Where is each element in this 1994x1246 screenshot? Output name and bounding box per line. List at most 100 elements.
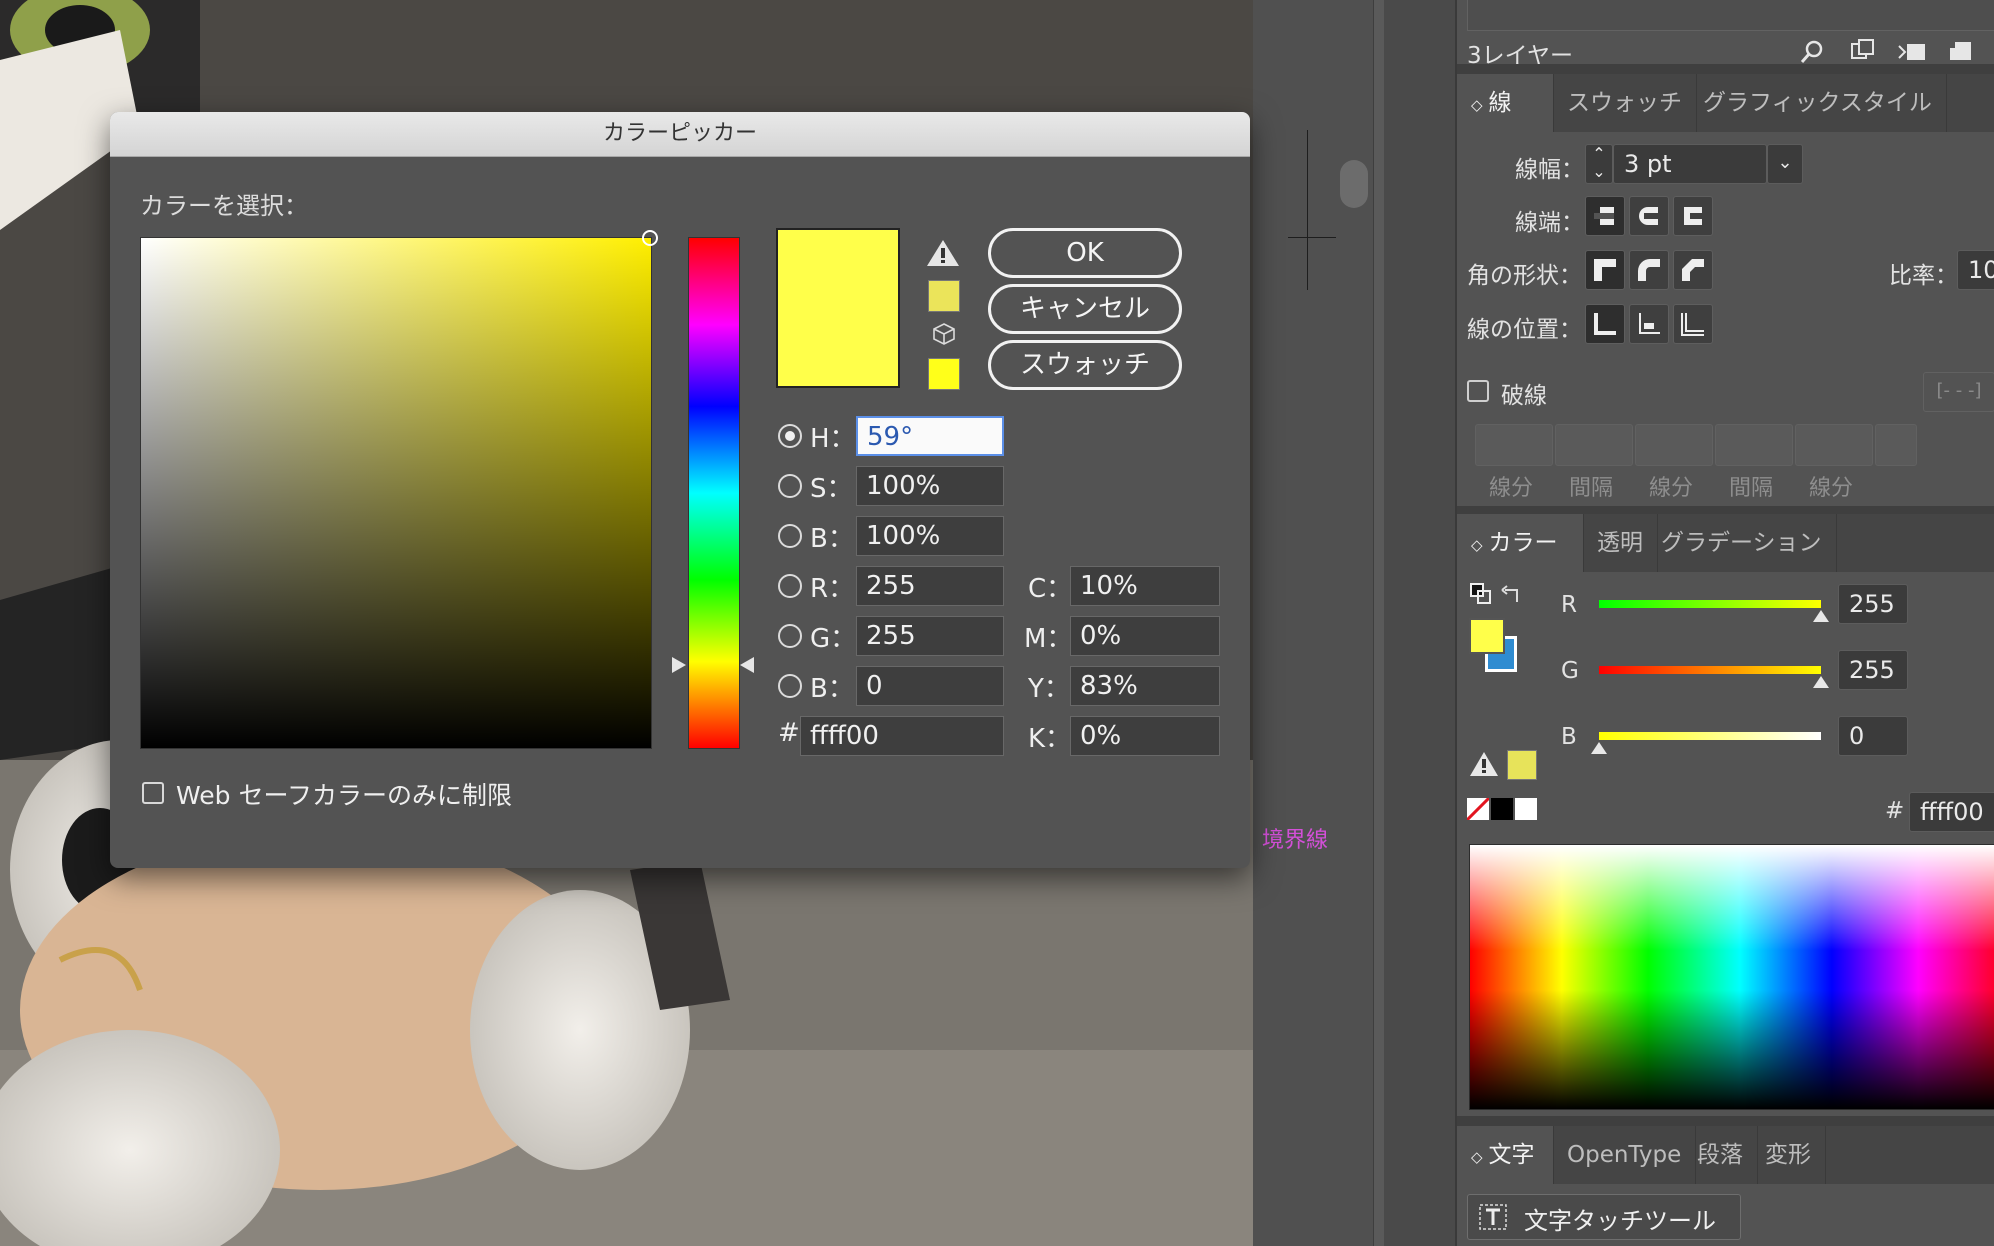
color-spectrum[interactable]: [1469, 844, 1994, 1110]
align-outside-icon: [1681, 313, 1704, 336]
stroke-weight-stepper[interactable]: ⌃ ⌄: [1585, 144, 1613, 184]
new-sublayer-icon[interactable]: [1947, 38, 1975, 66]
white-swatch[interactable]: [1515, 798, 1537, 820]
hue-slider-left-thumb[interactable]: [672, 657, 686, 673]
dashed-line-checkbox[interactable]: [1467, 380, 1489, 402]
tab-opentype[interactable]: OpenType: [1553, 1126, 1697, 1184]
make-clipping-mask-icon[interactable]: [1897, 38, 1931, 66]
none-swatch[interactable]: [1467, 798, 1489, 820]
g-input[interactable]: 255: [856, 616, 1004, 656]
swap-fill-stroke-icon[interactable]: [1501, 582, 1525, 606]
search-icon[interactable]: [1799, 38, 1827, 66]
miter-join-button[interactable]: [1585, 250, 1625, 290]
web-safe-cube-icon[interactable]: [932, 322, 956, 346]
tab-gradient[interactable]: グラデーション: [1647, 514, 1837, 572]
align-center-button[interactable]: [1585, 304, 1625, 344]
align-outside-button[interactable]: [1673, 304, 1713, 344]
s-radio[interactable]: [778, 474, 802, 498]
align-inside-button[interactable]: [1629, 304, 1669, 344]
brightness-label: B：: [810, 524, 854, 554]
b-input[interactable]: 0: [856, 666, 1004, 706]
gap-2-input[interactable]: [1715, 424, 1793, 466]
brightness-input[interactable]: 100%: [856, 516, 1004, 556]
tab-transform[interactable]: 変形: [1751, 1126, 1826, 1184]
hex-input[interactable]: ffff00: [800, 716, 1004, 756]
dash-1-label: 線分: [1489, 476, 1534, 501]
web-safe-color-swatch[interactable]: [928, 358, 960, 390]
fill-swatch[interactable]: [1469, 618, 1505, 654]
projecting-cap-button[interactable]: [1673, 196, 1713, 236]
gap-2-label: 間隔: [1729, 476, 1774, 501]
select-color-label: カラーを選択：: [140, 192, 308, 220]
b-radio[interactable]: [778, 674, 802, 698]
tab-stroke[interactable]: ◇ 線: [1457, 74, 1554, 132]
ok-button[interactable]: OK: [988, 228, 1182, 278]
r-slider[interactable]: [1599, 600, 1821, 608]
cancel-button[interactable]: キャンセル: [988, 284, 1182, 334]
g-radio[interactable]: [778, 624, 802, 648]
dialog-title: カラーピッカー: [602, 121, 757, 146]
r-input[interactable]: 255: [856, 566, 1004, 606]
layers-list[interactable]: [1467, 0, 1994, 31]
y-input[interactable]: 83%: [1070, 666, 1220, 706]
canvas-scrollbar[interactable]: [1340, 160, 1368, 208]
tab-color[interactable]: ◇ カラー: [1457, 514, 1584, 572]
out-of-gamut-warning-icon[interactable]: [926, 238, 960, 268]
gap-3-input[interactable]: [1875, 424, 1917, 466]
gap-1-input[interactable]: [1555, 424, 1633, 466]
r-input[interactable]: 255: [1838, 584, 1908, 624]
tab-graphic-styles[interactable]: グラフィックスタイル: [1689, 74, 1947, 132]
panel-divider[interactable]: [1373, 0, 1384, 1246]
black-swatch[interactable]: [1491, 798, 1513, 820]
hue-slider[interactable]: [688, 237, 740, 749]
hex-input[interactable]: ffff00: [1909, 792, 1994, 832]
brightness-radio[interactable]: [778, 524, 802, 548]
tab-paragraph[interactable]: 段落: [1683, 1126, 1758, 1184]
miter-ratio-input[interactable]: 10: [1957, 250, 1994, 290]
g-input[interactable]: 255: [1838, 650, 1908, 690]
h-radio[interactable]: [778, 424, 802, 448]
r-radio[interactable]: [778, 574, 802, 598]
color-field-marker[interactable]: [642, 230, 658, 246]
butt-cap-button[interactable]: [1585, 196, 1625, 236]
dash-pattern-icon[interactable]: [‑ ‑ ‑]: [1923, 372, 1994, 412]
gamut-correction-swatch[interactable]: [1507, 750, 1537, 780]
default-fill-stroke-icon[interactable]: [1469, 582, 1493, 606]
bevel-join-icon: [1682, 259, 1704, 281]
color-tabbar: ◇ カラー 透明 グラデーション: [1457, 514, 1994, 572]
gamut-color-swatch[interactable]: [928, 280, 960, 312]
c-input[interactable]: 10%: [1070, 566, 1220, 606]
round-cap-button[interactable]: [1629, 196, 1669, 236]
touch-type-tool-button[interactable]: 文字タッチツール: [1467, 1194, 1741, 1240]
r-slider-thumb[interactable]: [1813, 610, 1829, 622]
s-input[interactable]: 100%: [856, 466, 1004, 506]
swatches-button[interactable]: スウォッチ: [988, 340, 1182, 390]
m-input[interactable]: 0%: [1070, 616, 1220, 656]
dash-1-input[interactable]: [1475, 424, 1553, 466]
g-slider[interactable]: [1599, 666, 1821, 674]
bevel-join-button[interactable]: [1673, 250, 1713, 290]
type-tabbar: ◇ 文字 OpenType 段落 変形: [1457, 1126, 1994, 1184]
k-input[interactable]: 0%: [1070, 716, 1220, 756]
out-of-gamut-warning-icon[interactable]: [1469, 750, 1499, 778]
dash-2-input[interactable]: [1635, 424, 1713, 466]
b-slider[interactable]: [1599, 732, 1821, 740]
g-slider-thumb[interactable]: [1813, 676, 1829, 688]
tab-swatches[interactable]: スウォッチ: [1553, 74, 1697, 132]
b-input[interactable]: 0: [1838, 716, 1908, 756]
collapse-icon: ◇: [1471, 1148, 1483, 1166]
dash-3-input[interactable]: [1795, 424, 1873, 466]
b-slider-thumb[interactable]: [1591, 742, 1607, 754]
round-join-button[interactable]: [1629, 250, 1669, 290]
locate-object-icon[interactable]: [1849, 38, 1877, 66]
s-label: S：: [810, 474, 853, 504]
h-input[interactable]: 59°: [856, 416, 1004, 456]
web-safe-checkbox[interactable]: [142, 782, 164, 804]
stroke-weight-dropdown[interactable]: ⌄: [1767, 144, 1803, 184]
tab-character[interactable]: ◇ 文字: [1457, 1126, 1554, 1184]
align-label: 線の位置：: [1467, 317, 1582, 343]
hue-slider-right-thumb[interactable]: [740, 657, 754, 673]
saturation-brightness-field[interactable]: [140, 237, 652, 749]
stroke-weight-input[interactable]: 3 pt: [1613, 144, 1767, 184]
projecting-cap-icon: [1684, 207, 1704, 225]
